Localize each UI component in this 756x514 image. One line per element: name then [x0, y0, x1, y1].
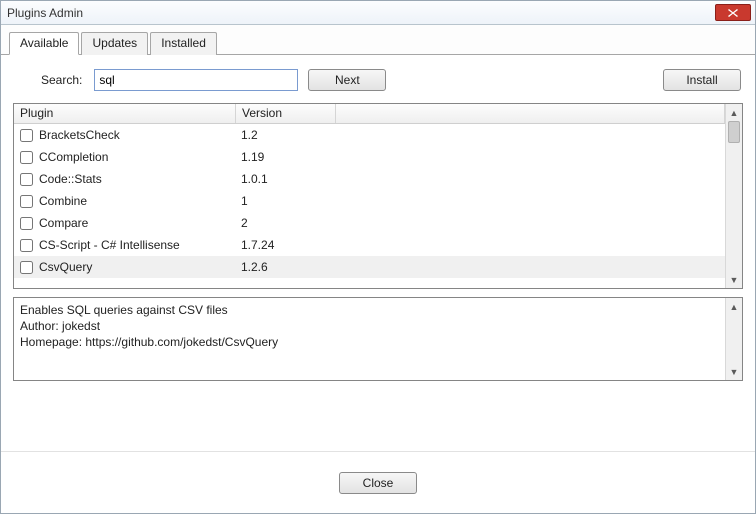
row-checkbox[interactable] [20, 217, 33, 230]
next-button[interactable]: Next [308, 69, 386, 91]
col-header-version[interactable]: Version [236, 104, 336, 123]
col-header-plugin[interactable]: Plugin [14, 104, 236, 123]
cell-plugin-name: Compare [39, 216, 241, 230]
search-label: Search: [41, 73, 82, 87]
window-title: Plugins Admin [7, 6, 715, 20]
row-checkbox[interactable] [20, 173, 33, 186]
close-icon [728, 9, 738, 17]
scroll-up-arrow-icon[interactable]: ▲ [726, 298, 743, 315]
scroll-thumb[interactable] [728, 121, 740, 143]
list-scrollbar[interactable]: ▲ ▼ [725, 104, 742, 288]
table-row[interactable]: CS-Script - C# Intellisense1.7.24 [14, 234, 725, 256]
table-row[interactable]: Combine1 [14, 190, 725, 212]
cell-version: 1 [241, 194, 341, 208]
description-panel: Enables SQL queries against CSV files Au… [13, 297, 743, 381]
plugin-list-viewport: Plugin Version BracketsCheck1.2CCompleti… [14, 104, 725, 288]
close-button[interactable]: Close [339, 472, 417, 494]
table-row[interactable]: CsvQuery1.2.6 [14, 256, 725, 278]
cell-plugin-name: CS-Script - C# Intellisense [39, 238, 241, 252]
footer: Close [1, 451, 755, 513]
scroll-down-arrow-icon[interactable]: ▼ [726, 363, 743, 380]
plugin-list: Plugin Version BracketsCheck1.2CCompleti… [13, 103, 743, 289]
table-row[interactable]: CCompletion1.19 [14, 146, 725, 168]
row-checkbox[interactable] [20, 195, 33, 208]
row-checkbox[interactable] [20, 151, 33, 164]
cell-version: 1.19 [241, 150, 341, 164]
install-button[interactable]: Install [663, 69, 741, 91]
search-input[interactable] [94, 69, 298, 91]
tab-installed[interactable]: Installed [150, 32, 217, 55]
cell-version: 1.0.1 [241, 172, 341, 186]
row-checkbox[interactable] [20, 261, 33, 274]
plugins-admin-window: Plugins Admin AvailableUpdatesInstalled … [0, 0, 756, 514]
row-checkbox[interactable] [20, 129, 33, 142]
scroll-track[interactable] [726, 121, 742, 271]
cell-version: 1.2.6 [241, 260, 341, 274]
table-row[interactable]: Code::Stats1.0.1 [14, 168, 725, 190]
cell-plugin-name: Code::Stats [39, 172, 241, 186]
tabs: AvailableUpdatesInstalled [1, 25, 755, 55]
row-checkbox[interactable] [20, 239, 33, 252]
cell-version: 1.2 [241, 128, 341, 142]
col-header-spacer [336, 104, 725, 123]
cell-plugin-name: CsvQuery [39, 260, 241, 274]
window-close-button[interactable] [715, 4, 751, 21]
cell-version: 2 [241, 216, 341, 230]
scroll-track[interactable] [726, 315, 742, 363]
search-row: Search: Next Install [13, 65, 743, 95]
content-area: Search: Next Install Plugin Version Brac… [1, 55, 755, 451]
tab-available[interactable]: Available [9, 32, 79, 55]
titlebar: Plugins Admin [1, 1, 755, 25]
cell-version: 1.7.24 [241, 238, 341, 252]
table-row[interactable]: Compare2 [14, 212, 725, 234]
table-row[interactable]: BracketsCheck1.2 [14, 124, 725, 146]
tab-updates[interactable]: Updates [81, 32, 148, 55]
scroll-up-arrow-icon[interactable]: ▲ [726, 104, 743, 121]
list-rows: BracketsCheck1.2CCompletion1.19Code::Sta… [14, 124, 725, 278]
scroll-down-arrow-icon[interactable]: ▼ [726, 271, 743, 288]
list-header: Plugin Version [14, 104, 725, 124]
description-scrollbar[interactable]: ▲ ▼ [725, 298, 742, 380]
description-text: Enables SQL queries against CSV files Au… [14, 298, 725, 380]
cell-plugin-name: Combine [39, 194, 241, 208]
cell-plugin-name: BracketsCheck [39, 128, 241, 142]
cell-plugin-name: CCompletion [39, 150, 241, 164]
